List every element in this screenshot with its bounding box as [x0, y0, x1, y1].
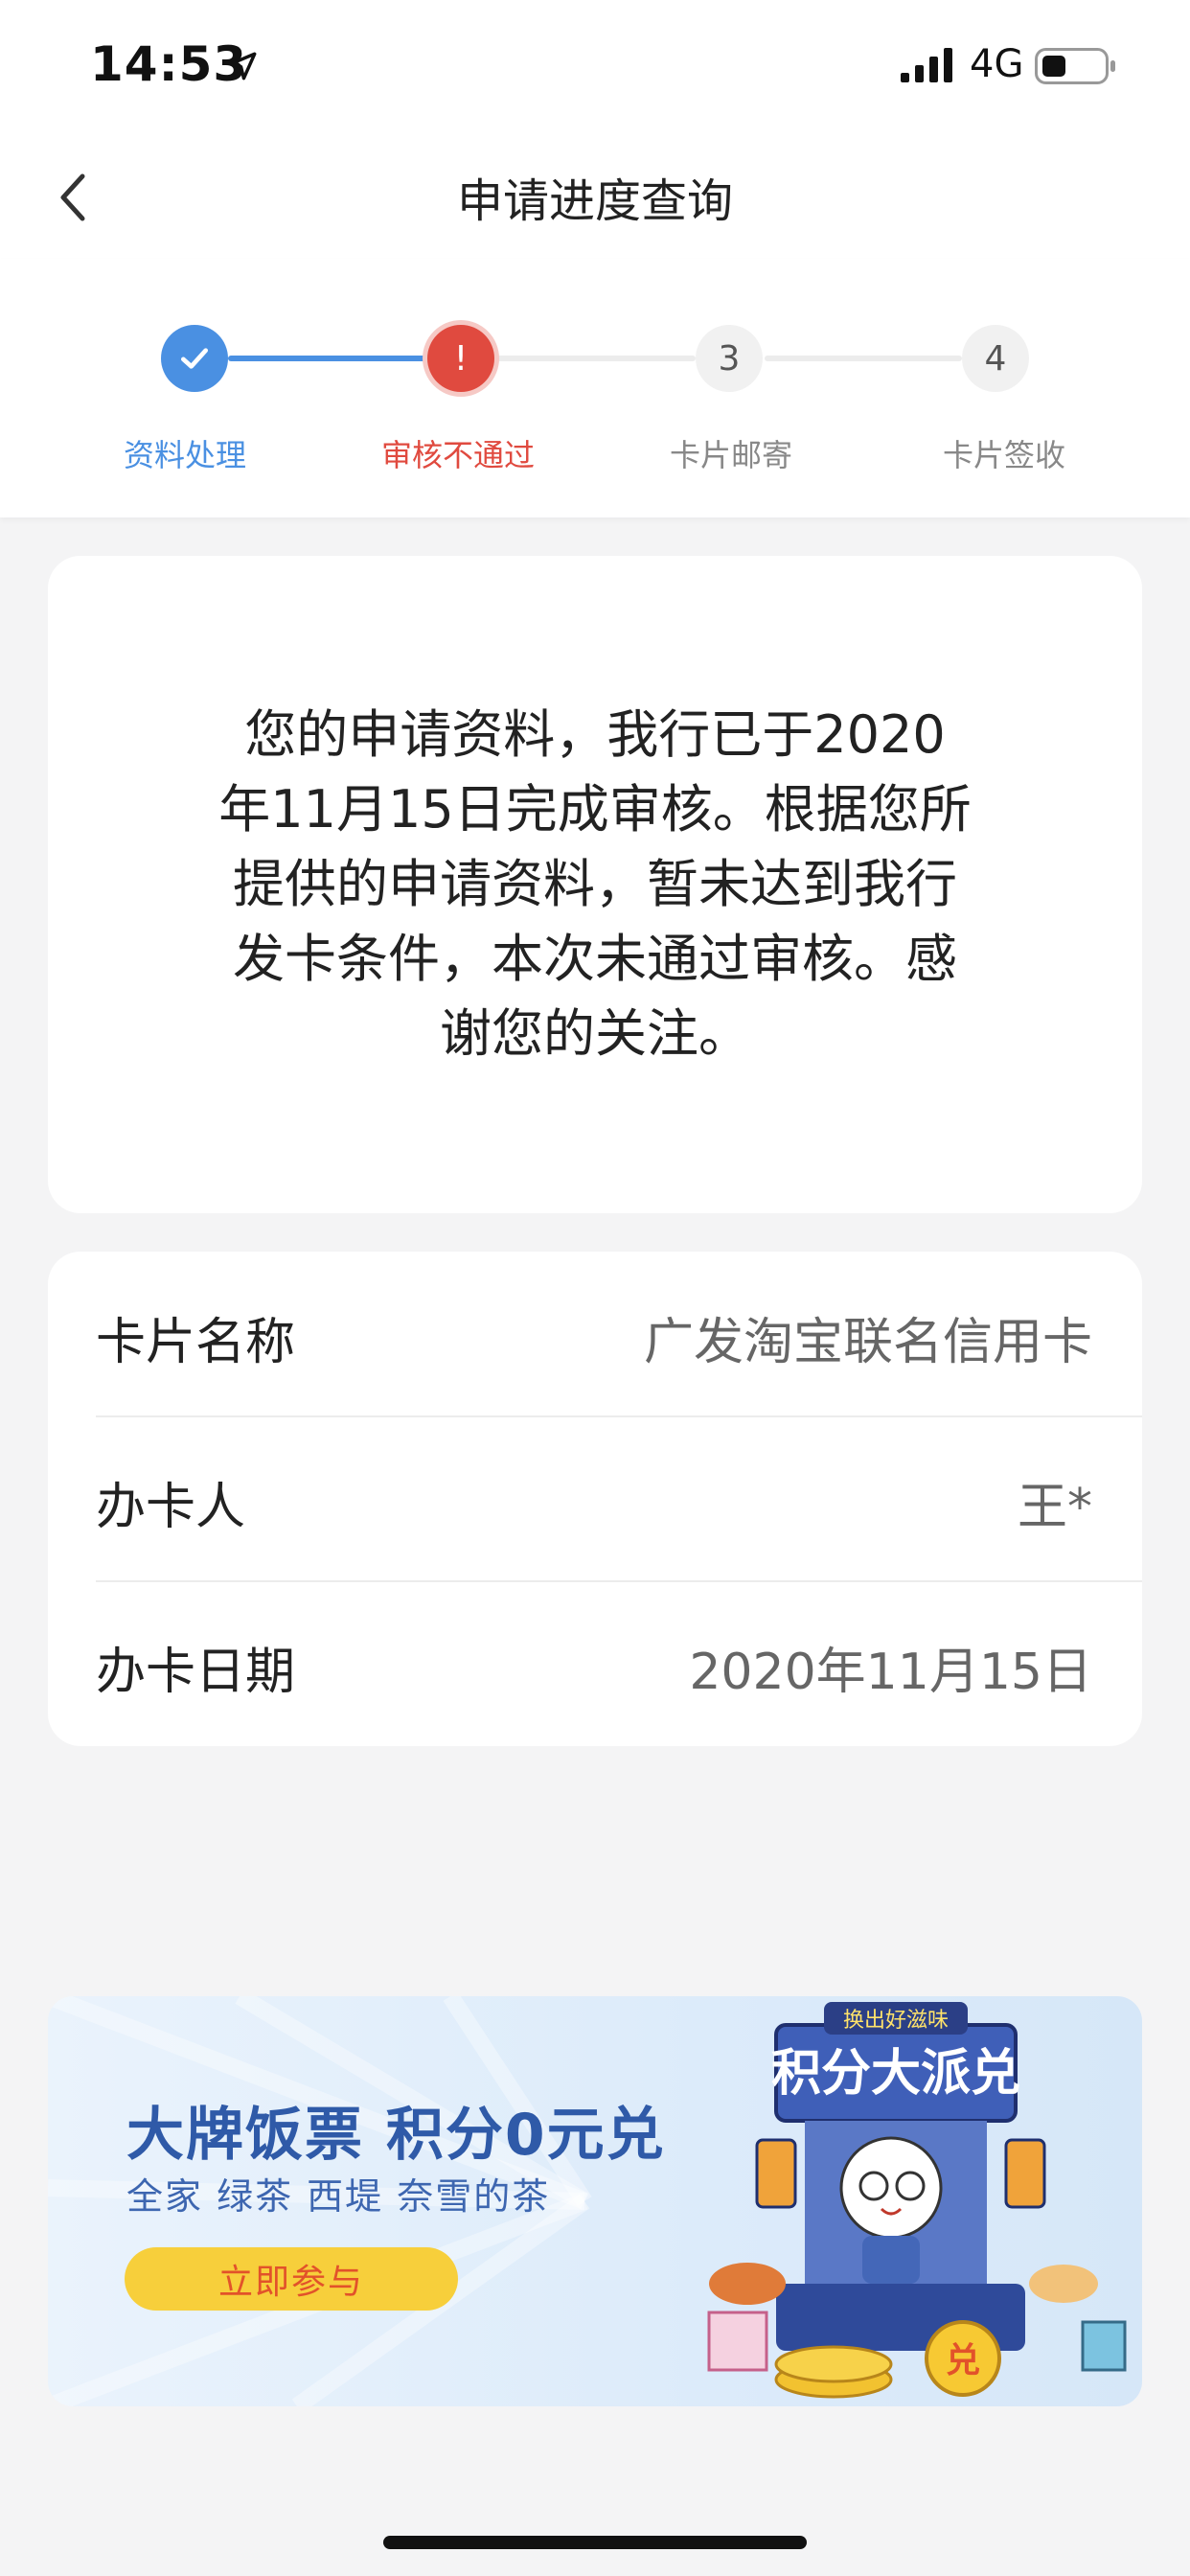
card-name-value: 广发淘宝联名信用卡: [643, 1314, 1092, 1371]
info-row-apply-date: 办卡日期 2020年11月15日: [96, 1581, 1142, 1746]
step-connector-3: [765, 356, 962, 361]
snack-stall-mascot-illustration: 换出好滋味 积分大派兑 兑: [707, 2002, 1127, 2399]
application-info-card: 卡片名称 广发淘宝联名信用卡 办卡人 王* 办卡日期 2020年11月15日: [48, 1252, 1142, 1746]
result-message: 您的申请资料，我行已于2020 年11月15日完成审核。根据您所 提供的申请资料…: [192, 698, 998, 1071]
info-row-card-name: 卡片名称 广发淘宝联名信用卡: [96, 1252, 1142, 1416]
step-3-circle: 3: [696, 325, 763, 392]
step-1-check-icon: [161, 325, 228, 392]
step-3-label: 卡片邮寄: [669, 437, 792, 473]
art-coin-text: 兑: [946, 2341, 980, 2380]
message-line: 谢您的关注。: [440, 1003, 750, 1064]
step-2-label: 审核不通过: [380, 437, 535, 473]
step-3-marker: 3: [718, 338, 741, 379]
location-arrow-icon: [228, 52, 257, 80]
step-2-alert-icon: !: [427, 325, 494, 392]
message-line: 发卡条件，本次未通过审核。感: [233, 929, 957, 989]
card-name-label: 卡片名称: [96, 1314, 296, 1371]
battery-icon: [1035, 48, 1115, 84]
step-4-circle: 4: [962, 325, 1029, 392]
message-line: 您的申请资料，我行已于2020: [244, 704, 946, 765]
step-connector-1: [228, 356, 429, 361]
home-indicator: [383, 2536, 807, 2549]
info-row-applicant: 办卡人 王*: [96, 1416, 1142, 1581]
step-4-marker: 4: [984, 338, 1007, 379]
step-2-marker: !: [453, 338, 469, 379]
applicant-value: 王*: [1017, 1479, 1092, 1536]
apply-date-value: 2020年11月15日: [689, 1644, 1092, 1701]
banner-title: 大牌饭票 积分0元兑: [126, 2102, 666, 2169]
cellular-signal-icon: [901, 48, 952, 82]
banner-subtitle: 全家 绿茶 西堤 奈雪的茶: [126, 2175, 551, 2218]
step-1-label: 资料处理: [123, 437, 246, 473]
status-time: 14:53: [90, 36, 248, 92]
navigation-bar: 申请进度查询: [0, 134, 1190, 259]
join-now-button[interactable]: 立即参与: [125, 2247, 458, 2311]
art-ribbon-text: 换出好滋味: [843, 2009, 949, 2033]
apply-date-label: 办卡日期: [96, 1644, 296, 1701]
step-4-label: 卡片签收: [942, 437, 1065, 473]
step-connector-2: [496, 356, 696, 361]
message-line: 提供的申请资料，暂未达到我行: [233, 854, 957, 914]
page-title: 申请进度查询: [456, 174, 733, 228]
result-message-card: 您的申请资料，我行已于2020 年11月15日完成审核。根据您所 提供的申请资料…: [48, 556, 1142, 1213]
applicant-label: 办卡人: [96, 1479, 246, 1536]
art-sign-text: 积分大派兑: [771, 2045, 1020, 2103]
progress-steps: ! 3 4 资料处理 审核不通过 卡片邮寄 卡片签收: [0, 259, 1190, 518]
network-type: 4G: [970, 42, 1024, 86]
message-line: 年11月15日完成审核。根据您所: [218, 779, 972, 840]
status-bar: 14:53 4G: [0, 0, 1190, 134]
points-promo-banner[interactable]: 大牌饭票 积分0元兑 全家 绿茶 西堤 奈雪的茶 立即参与 换出好滋味 积分大派…: [48, 1996, 1142, 2406]
